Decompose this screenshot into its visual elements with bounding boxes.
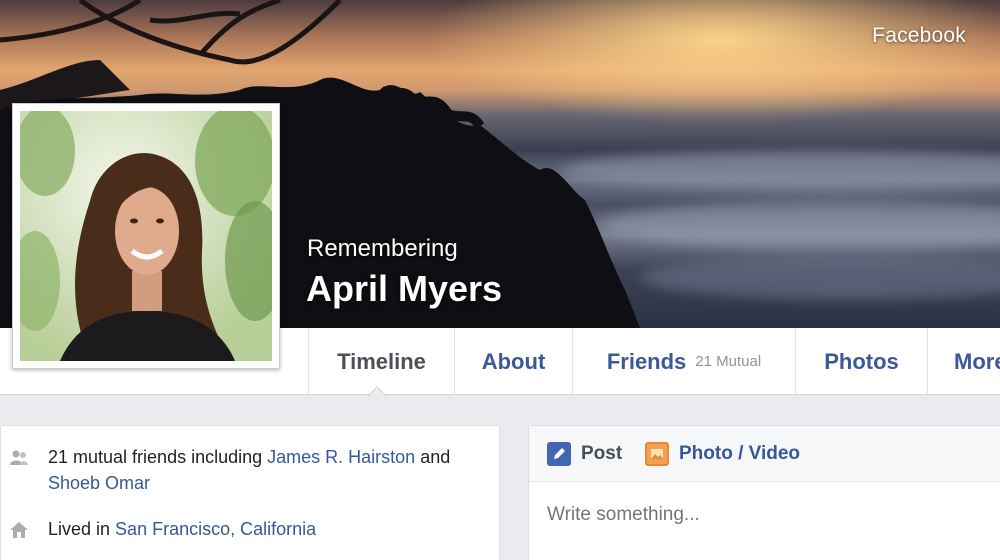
tab-photos[interactable]: Photos [795, 328, 927, 395]
friends-icon [10, 450, 28, 465]
friend-link-shoeb[interactable]: Shoeb Omar [48, 473, 150, 493]
mutual-friends-row: 21 mutual friends including James R. Hai… [1, 444, 501, 500]
composer-photo-label: Photo / Video [679, 443, 801, 464]
mutual-friends-prefix: 21 mutual friends including [48, 447, 268, 467]
composer-input[interactable] [547, 500, 987, 530]
profile-name[interactable]: April Myers [306, 268, 502, 310]
photo-icon [645, 442, 669, 466]
post-composer: Post Photo / Video [528, 425, 1000, 560]
profile-photo-image [20, 111, 272, 361]
mutual-friends-text: 21 mutual friends including James R. Hai… [48, 444, 488, 496]
lived-in-text: Lived in San Francisco, California [48, 516, 488, 542]
tab-timeline[interactable]: Timeline [308, 328, 454, 395]
composer-tab-photo-video[interactable]: Photo / Video [645, 440, 800, 468]
tab-photos-label: Photos [824, 348, 899, 374]
mutual-count-badge: 21 Mutual [695, 353, 762, 370]
tab-more-label: More [954, 348, 1000, 374]
composer-tab-post[interactable]: Post [547, 440, 622, 468]
intro-card: 21 mutual friends including James R. Hai… [0, 425, 500, 560]
tab-about-label: About [481, 348, 546, 374]
pencil-icon [547, 442, 571, 466]
tab-friends[interactable]: Friends 21 Mutual [572, 328, 795, 395]
composer-post-label: Post [581, 443, 623, 464]
friend-link-james[interactable]: James R. Hairston [267, 447, 415, 467]
tab-friends-label: Friends [606, 348, 687, 374]
place-link[interactable]: San Francisco, California [115, 519, 316, 539]
facebook-watermark: Facebook [872, 24, 966, 47]
lived-in-row: Lived in San Francisco, California [1, 516, 501, 546]
tab-about[interactable]: About [454, 328, 572, 395]
memorial-label: Remembering [307, 235, 458, 262]
lived-in-prefix: Lived in [48, 519, 116, 539]
tab-more[interactable]: More [927, 328, 1000, 395]
mutual-friends-joiner: and [415, 447, 451, 467]
tab-timeline-label: Timeline [337, 348, 426, 374]
home-icon [10, 522, 28, 538]
profile-picture[interactable] [12, 103, 280, 369]
composer-tabs: Post Photo / Video [529, 426, 1000, 482]
